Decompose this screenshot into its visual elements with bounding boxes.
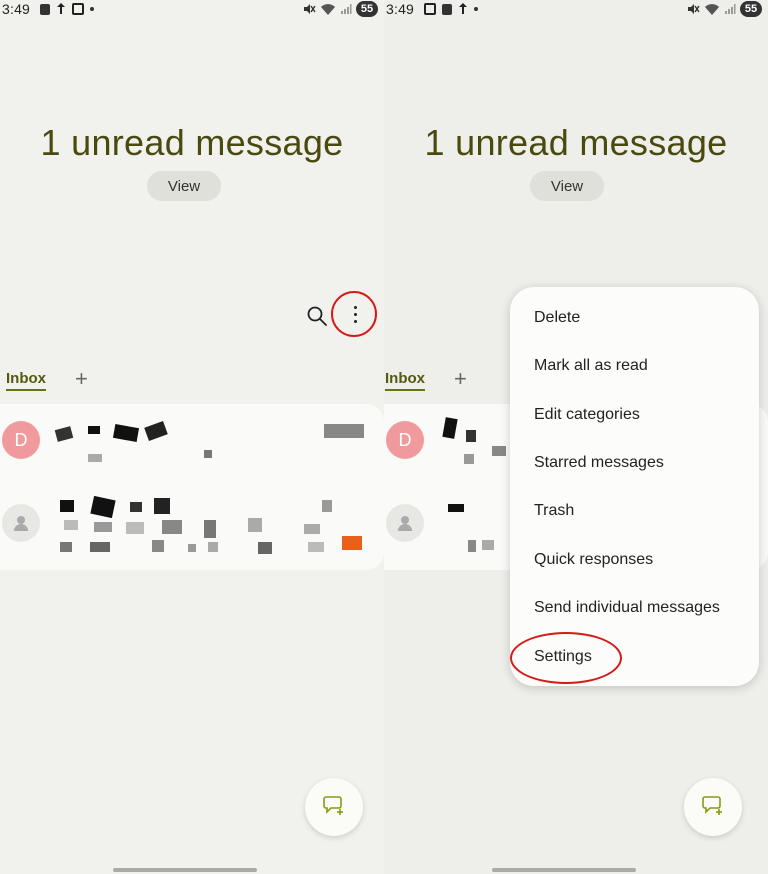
list-item[interactable]: D [0,404,384,486]
message-list: D [0,404,384,570]
view-unread-button[interactable]: View [530,171,604,201]
avatar: D [2,421,40,459]
annotation-circle [331,291,377,337]
mute-icon [302,2,316,16]
menu-item-send-individual[interactable]: Send individual messages [534,599,720,617]
status-time: 3:49 [386,1,415,17]
avatar: D [386,421,424,459]
battery-indicator: 55 [740,1,762,17]
redacted-content [52,412,374,478]
more-notifications-dot-icon [474,7,478,11]
right-screen: 3:49 55 1 unread message View Inbox + D [384,0,768,874]
wifi-icon [704,3,720,16]
signal-icon [724,3,736,15]
redacted-content [52,495,374,562]
avatar [386,504,424,542]
search-icon[interactable] [305,304,329,328]
menu-item-mark-all-read[interactable]: Mark all as read [534,357,648,375]
status-bar: 3:49 55 [0,0,384,20]
menu-item-quick-responses[interactable]: Quick responses [534,551,653,569]
mute-icon [686,2,700,16]
status-time: 3:49 [2,1,31,17]
add-category-button[interactable]: + [75,366,88,392]
menu-item-starred-messages[interactable]: Starred messages [534,454,664,472]
upload-icon [56,3,66,15]
tab-inbox[interactable]: Inbox [385,370,425,391]
annotation-circle [510,632,622,684]
gallery-notification-icon [442,3,452,15]
gesture-bar[interactable] [492,868,636,872]
more-notifications-dot-icon [90,7,94,11]
screenshot-icon [72,3,84,15]
status-bar: 3:49 55 [384,0,768,20]
add-category-button[interactable]: + [454,366,467,392]
menu-item-trash[interactable]: Trash [534,502,574,520]
screenshot-icon [424,3,436,15]
left-screen: 3:49 55 1 unread message View Inbox + D [0,0,384,874]
upload-icon [458,3,468,15]
gesture-bar[interactable] [113,868,257,872]
overflow-menu: Delete Mark all as read Edit categories … [510,287,759,686]
unread-count-title: 1 unread message [40,122,344,163]
battery-indicator: 55 [356,1,378,17]
tab-inbox[interactable]: Inbox [6,370,46,391]
gallery-notification-icon [40,3,50,15]
compose-button[interactable] [305,778,363,836]
unread-count-title: 1 unread message [424,122,728,163]
avatar [2,504,40,542]
list-item[interactable] [0,488,384,570]
signal-icon [340,3,352,15]
menu-item-delete[interactable]: Delete [534,309,580,327]
view-unread-button[interactable]: View [147,171,221,201]
compose-message-icon [701,793,725,822]
wifi-icon [320,3,336,16]
compose-message-icon [322,793,346,822]
menu-item-edit-categories[interactable]: Edit categories [534,406,640,424]
compose-button[interactable] [684,778,742,836]
